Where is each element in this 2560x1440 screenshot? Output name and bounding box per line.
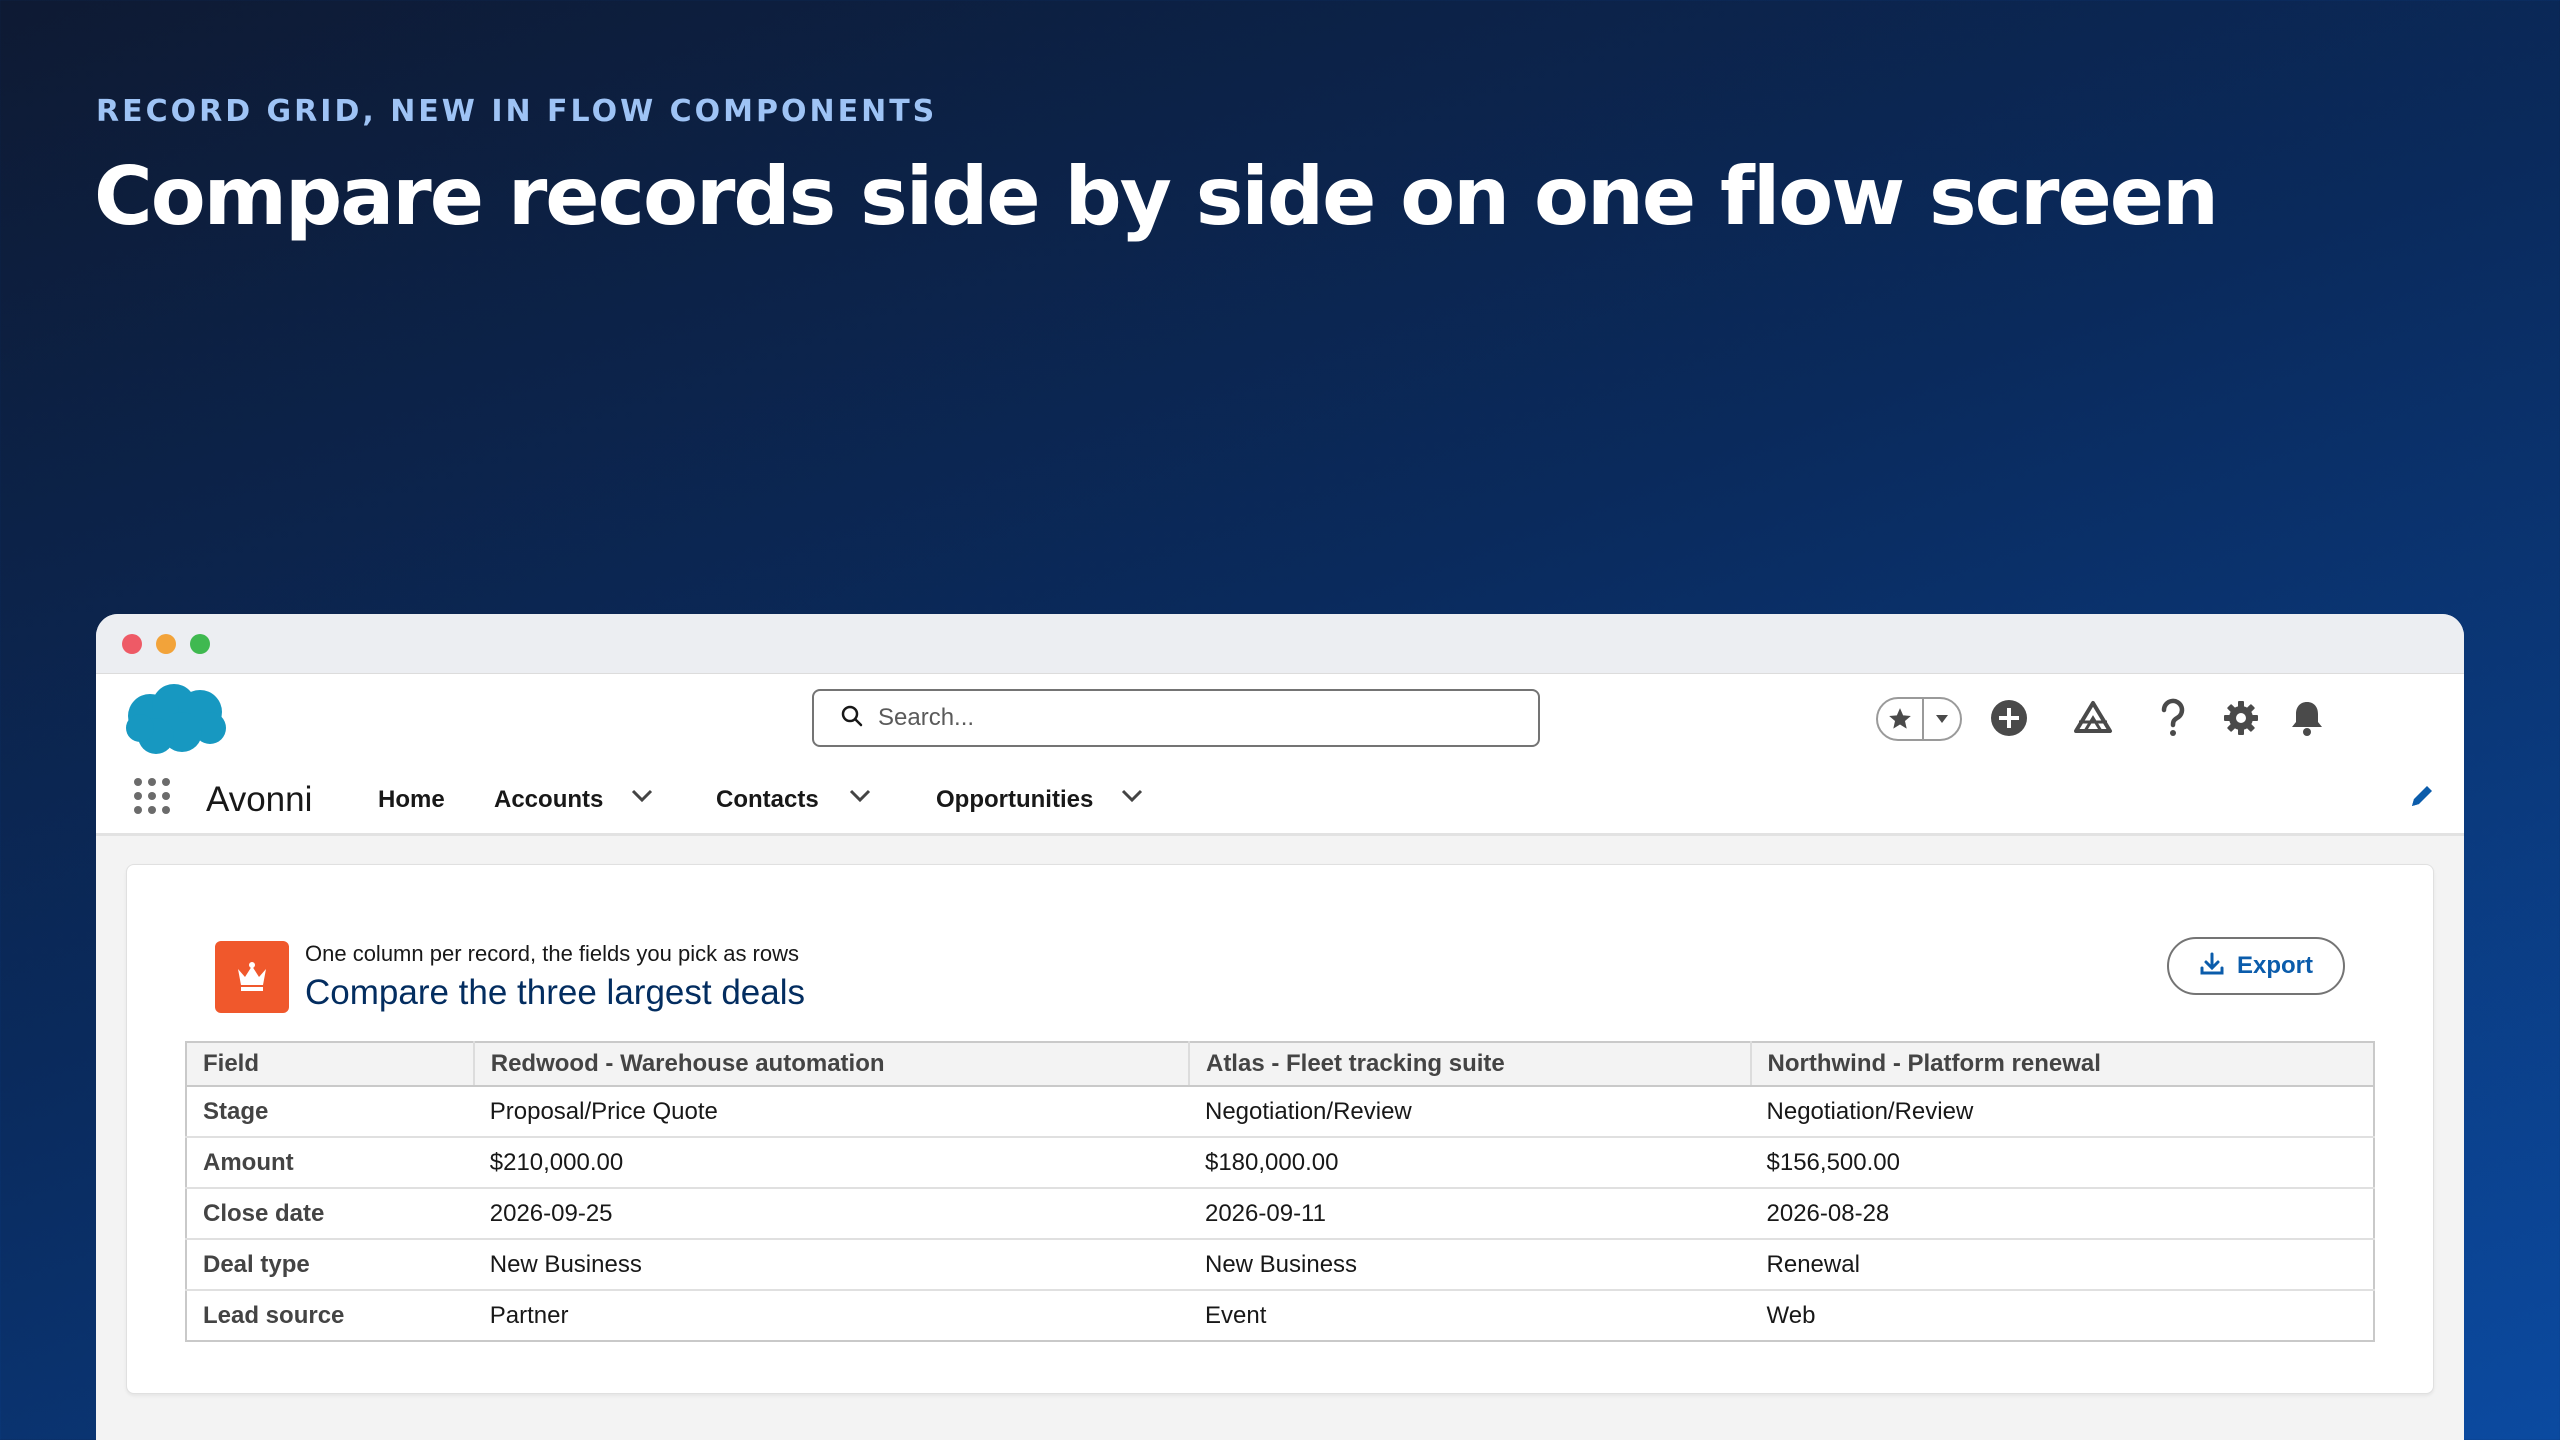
- record-grid-card: One column per record, the fields you pi…: [126, 864, 2434, 1394]
- column-header-record-3[interactable]: Northwind - Platform renewal: [1749, 1042, 2374, 1087]
- browser-window: Search... Avonni Home Accounts Contacts …: [96, 614, 2464, 1440]
- favorites-star-icon[interactable]: [1878, 699, 1924, 739]
- table-row: Lead source Partner Event Web: [186, 1290, 2374, 1341]
- table-cell: New Business: [473, 1239, 1189, 1291]
- opportunities-chevron-down-icon[interactable]: [1120, 788, 1144, 809]
- export-label: Export: [2236, 952, 2313, 979]
- row-field-label: Lead source: [203, 1301, 345, 1329]
- global-search-input[interactable]: Search...: [812, 689, 1540, 747]
- accounts-chevron-down-icon[interactable]: [630, 788, 654, 809]
- table-cell: Negotiation/Review: [1188, 1086, 1751, 1138]
- help-icon[interactable]: [2144, 689, 2202, 747]
- notifications-bell-icon[interactable]: [2278, 689, 2336, 747]
- record-grid-table: Field Redwood - Warehouse automation Atl…: [185, 1041, 2375, 1342]
- header-utility-icons: [1876, 689, 2336, 747]
- global-header: Search...: [96, 674, 2464, 756]
- table-cell: 2026-09-11: [1188, 1188, 1751, 1240]
- row-field-label: Stage: [186, 1086, 474, 1138]
- table-cell: Web: [1766, 1301, 1816, 1329]
- minimize-window-button[interactable]: [156, 633, 176, 654]
- nav-item-opportunities[interactable]: Opportunities: [936, 786, 1093, 814]
- row-field-label: Close date: [186, 1188, 474, 1240]
- hero-eyebrow: RECORD GRID, NEW IN FLOW COMPONENTS: [96, 94, 938, 129]
- salesforce-logo[interactable]: [122, 682, 232, 763]
- card-subtitle: One column per record, the fields you pi…: [305, 941, 800, 966]
- search-icon: [840, 704, 864, 733]
- nav-item-accounts[interactable]: Accounts: [494, 786, 603, 814]
- column-header-field[interactable]: Field: [186, 1042, 474, 1087]
- contacts-chevron-down-icon[interactable]: [848, 788, 872, 809]
- favorites-dropdown-icon[interactable]: [1924, 699, 1960, 739]
- window-titlebar: [96, 614, 2464, 674]
- global-actions-add-icon[interactable]: [1980, 689, 2038, 747]
- app-navigation-bar: Avonni Home Accounts Contacts Opportunit…: [96, 756, 2464, 836]
- hero-headline: Compare records side by side on one flow…: [94, 150, 2219, 243]
- app-name: Avonni: [206, 780, 313, 819]
- page-content: One column per record, the fields you pi…: [96, 836, 2464, 1394]
- table-row: Amount $210,000.00 $180,000.00 $156,500.…: [186, 1137, 2374, 1189]
- table-row: Close date 2026-09-25 2026-09-11 2026-08…: [186, 1188, 2374, 1240]
- table-row: Deal type New Business New Business Rene…: [186, 1239, 2374, 1291]
- close-window-button[interactable]: [122, 633, 142, 654]
- row-field-label: Amount: [186, 1137, 474, 1189]
- table-cell: Partner: [489, 1301, 569, 1329]
- table-header-row: Field Redwood - Warehouse automation Atl…: [186, 1042, 2374, 1087]
- setup-gear-icon[interactable]: [2212, 689, 2270, 747]
- search-placeholder: Search...: [878, 704, 975, 731]
- table-cell: Renewal: [1750, 1239, 2374, 1291]
- table-cell: 2026-09-25: [473, 1188, 1189, 1240]
- table-cell: New Business: [1188, 1239, 1751, 1291]
- table-cell: Negotiation/Review: [1750, 1086, 2374, 1138]
- maximize-window-button[interactable]: [190, 633, 210, 654]
- table-cell: 2026-08-28: [1750, 1188, 2374, 1240]
- column-header-record-1[interactable]: Redwood - Warehouse automation: [472, 1042, 1189, 1087]
- column-header-record-2[interactable]: Atlas - Fleet tracking suite: [1187, 1042, 1751, 1087]
- app-launcher-icon[interactable]: [134, 778, 170, 814]
- table-row: Stage Proposal/Price Quote Negotiation/R…: [186, 1086, 2374, 1138]
- crown-icon: [215, 941, 289, 1013]
- trailhead-icon[interactable]: [2064, 689, 2122, 747]
- table-cell: Proposal/Price Quote: [473, 1086, 1189, 1138]
- favorites-button-group: [1876, 697, 1962, 741]
- edit-nav-pencil-icon[interactable]: [2408, 782, 2436, 815]
- export-button[interactable]: Export: [2167, 937, 2345, 995]
- table-cell: $156,500.00: [1750, 1137, 2374, 1189]
- nav-item-contacts[interactable]: Contacts: [716, 786, 819, 814]
- nav-item-home[interactable]: Home: [378, 786, 445, 814]
- row-field-label: Deal type: [186, 1239, 474, 1291]
- download-icon: [2199, 951, 2225, 982]
- table-cell: $180,000.00: [1188, 1137, 1751, 1189]
- card-title: Compare the three largest deals: [305, 973, 805, 1012]
- table-cell: Event: [1204, 1301, 1267, 1329]
- table-cell: $210,000.00: [473, 1137, 1189, 1189]
